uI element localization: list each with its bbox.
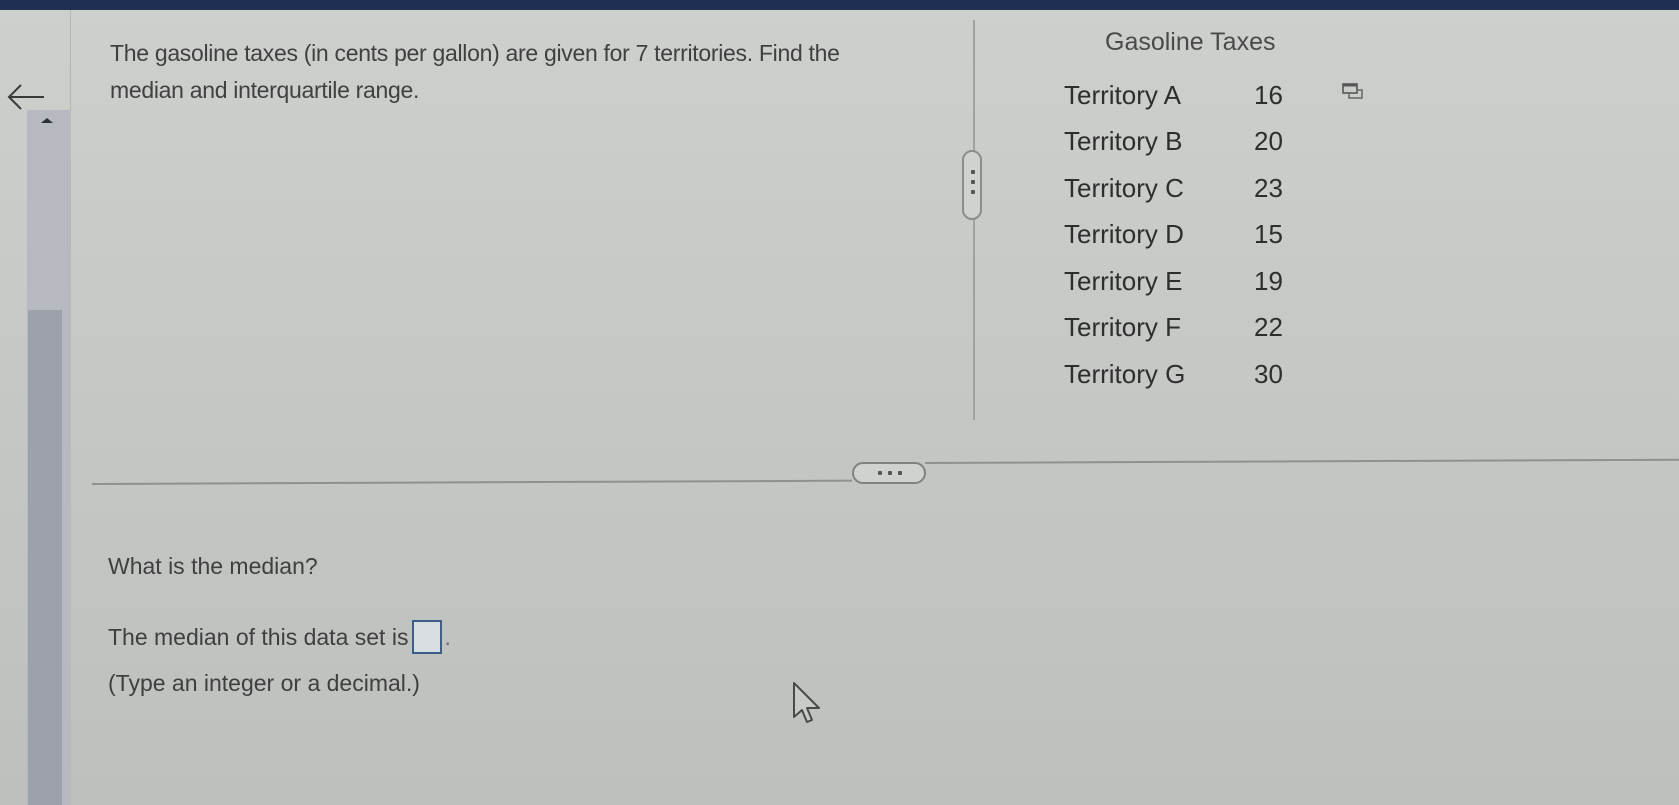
tax-value: 30 [1254, 358, 1283, 389]
territory-label: Territory F [1064, 312, 1181, 343]
table-title: Gasoline Taxes [1105, 28, 1276, 56]
popout-window-icon [1342, 83, 1363, 99]
drag-handle-icon [971, 170, 975, 194]
median-answer-input[interactable] [412, 620, 443, 654]
territory-label: Territory G [1064, 358, 1186, 389]
tax-value: 22 [1254, 312, 1283, 343]
vertical-splitter-line [973, 20, 975, 420]
vertical-splitter-handle[interactable] [962, 150, 982, 220]
gasoline-taxes-table: Territory A 16 Territory B 20 Territory … [1064, 72, 1314, 398]
territory-label: Territory A [1064, 79, 1182, 110]
answer-line: The median of this data set is . [108, 620, 451, 654]
tax-value: 20 [1254, 126, 1283, 157]
drag-handle-icon [878, 471, 902, 475]
table-row: Territory E 19 [1064, 258, 1314, 305]
tax-value: 23 [1254, 172, 1283, 203]
arrow-left-icon [7, 84, 44, 110]
tax-value: 19 [1254, 265, 1283, 296]
territory-label: Territory B [1064, 126, 1183, 157]
tax-value: 16 [1254, 79, 1283, 110]
question-prompt: The gasoline taxes (in cents per gallon)… [110, 40, 840, 103]
homework-screen: The gasoline taxes (in cents per gallon)… [0, 0, 1679, 805]
mouse-pointer-icon [790, 680, 826, 726]
tax-value: 15 [1254, 219, 1283, 250]
territory-label: Territory C [1064, 172, 1184, 203]
scrollbar-thumb[interactable] [28, 310, 62, 805]
table-row: Territory A 16 [1064, 72, 1314, 119]
territory-label: Territory D [1064, 219, 1184, 250]
table-row: Territory C 23 [1064, 165, 1314, 212]
back-button[interactable] [6, 82, 46, 112]
horizontal-splitter-line [924, 458, 1679, 464]
table-row: Territory D 15 [1064, 212, 1314, 259]
territory-label: Territory E [1064, 265, 1183, 296]
horizontal-splitter-handle[interactable] [852, 462, 926, 484]
table-row: Territory F 22 [1064, 305, 1314, 352]
window-top-bar [0, 0, 1679, 10]
answer-prefix: The median of this data set is [108, 623, 409, 650]
scroll-up-arrow-icon[interactable] [41, 118, 53, 123]
table-row: Territory G 30 [1064, 351, 1314, 398]
horizontal-splitter-line [91, 479, 852, 485]
sub-question: What is the median? [108, 553, 318, 579]
popout-window-button[interactable] [1342, 82, 1364, 100]
answer-suffix: . [444, 623, 451, 650]
answer-format-hint: (Type an integer or a decimal.) [108, 670, 420, 696]
table-row: Territory B 20 [1064, 119, 1314, 166]
